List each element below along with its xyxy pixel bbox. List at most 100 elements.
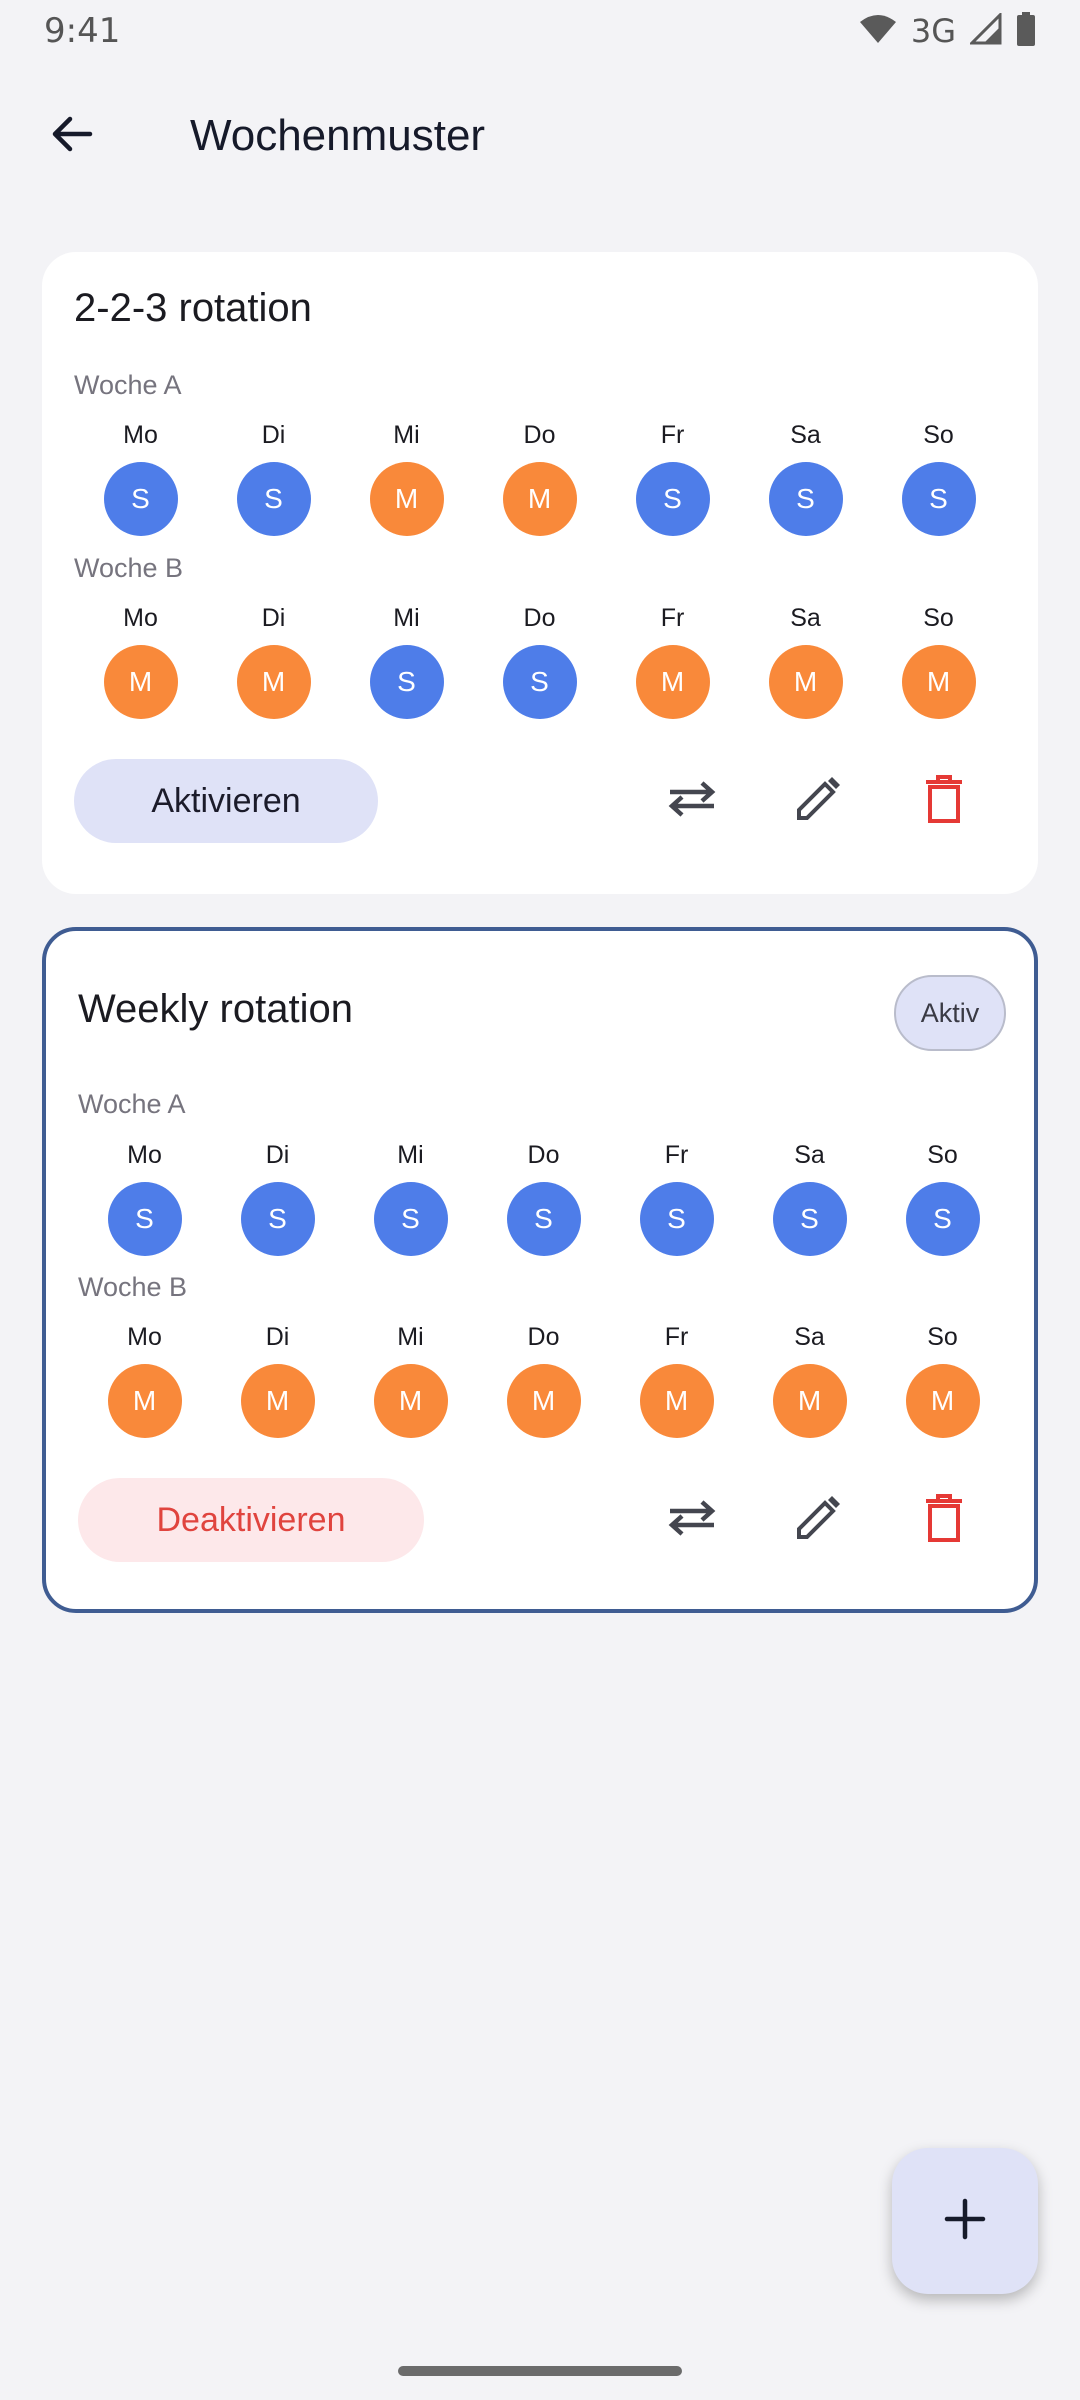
swap-button[interactable] [652,761,732,841]
day-cell: Mi S [344,1138,477,1258]
day-name: Di [261,421,286,449]
edit-icon [794,1494,842,1547]
deactivate-button[interactable]: Deaktivieren [78,1478,424,1562]
shift-badge: S [236,462,311,536]
shift-badge: M [901,645,976,719]
shift-badge: S [639,1182,714,1256]
day-name: Do [527,1141,560,1169]
day-name: Mi [397,1323,424,1351]
swap-icon [666,1498,718,1543]
home-indicator [398,2366,682,2376]
swap-icon [666,779,718,824]
day-name: Mo [123,421,158,449]
week-label: Woche A [78,1089,186,1119]
week-row: Mo S Di S Mi S Do S Fr S Sa S So S [78,1138,1010,1258]
day-name: Fr [660,421,685,449]
day-cell: Fr S [610,1138,743,1258]
edit-button[interactable] [778,761,858,841]
day-name: Sa [790,421,821,449]
back-button[interactable] [36,100,108,172]
shift-badge: S [768,462,843,536]
day-cell: Fr M [610,1320,743,1440]
arrow-back-icon [48,110,96,163]
day-cell: Mo S [78,1138,211,1258]
day-cell: Mi S [340,601,473,721]
day-name: Mo [127,1323,162,1351]
shift-badge: M [369,462,444,536]
shift-badge: S [502,645,577,719]
day-cell: So M [872,601,1005,721]
day-cell: So S [872,418,1005,538]
day-name: So [927,1323,958,1351]
shift-badge: M [768,645,843,719]
cell-signal-icon [968,10,1002,50]
edit-button[interactable] [778,1480,858,1560]
day-cell: Do M [477,1320,610,1440]
day-name: Mo [123,604,158,632]
day-name: Mo [127,1141,162,1169]
day-name: Di [265,1141,290,1169]
week-row: Mo M Di M Mi M Do M Fr M Sa M So M [78,1320,1010,1440]
day-cell: Fr M [606,601,739,721]
day-cell: Sa M [739,601,872,721]
day-cell: Di M [207,601,340,721]
day-name: So [923,604,954,632]
shift-badge: S [905,1182,980,1256]
day-name: Di [261,604,286,632]
day-name: Do [523,421,556,449]
swap-button[interactable] [652,1480,732,1560]
day-name: Mi [393,421,420,449]
shift-badge: M [639,1364,714,1438]
day-name: Mi [397,1141,424,1169]
edit-icon [794,775,842,828]
wifi-icon [859,14,897,49]
pattern-card: 2-2-3 rotation Woche A Mo S Di S Mi M Do M Fr S Sa… [42,252,1038,894]
day-name: Fr [664,1141,689,1169]
status-bar: 9:41 3G [0,0,1080,62]
day-name: Fr [660,604,685,632]
delete-button[interactable] [904,761,984,841]
delete-button[interactable] [904,1480,984,1560]
shift-badge: S [369,645,444,719]
shift-badge: M [373,1364,448,1438]
day-cell: So S [876,1138,1009,1258]
day-cell: Sa S [739,418,872,538]
day-cell: Mo S [74,418,207,538]
day-cell: Fr S [606,418,739,538]
delete-icon [924,1493,964,1547]
day-name: Sa [794,1323,825,1351]
week-label: Woche B [74,553,184,583]
shift-badge: S [635,462,710,536]
shift-badge: M [772,1364,847,1438]
day-name: Sa [790,604,821,632]
day-cell: Mo M [78,1320,211,1440]
shift-badge: S [103,462,178,536]
day-cell: Mi M [344,1320,477,1440]
day-name: Do [523,604,556,632]
status-icons: 3G [859,10,1036,51]
top-app-bar: Wochenmuster [0,90,1080,182]
page-title: Wochenmuster [190,111,486,160]
shift-badge: M [107,1364,182,1438]
shift-badge: S [901,462,976,536]
pattern-card-active: Weekly rotation Aktiv Woche A Mo S Di S Mi S D… [42,927,1038,1613]
day-cell: Mo M [74,601,207,721]
shift-badge: S [373,1182,448,1256]
week-row: Mo M Di M Mi S Do S Fr M Sa M So M [74,601,1006,721]
week-label: Woche A [74,370,182,400]
shift-badge: S [107,1182,182,1256]
shift-badge: M [236,645,311,719]
day-cell: Sa M [743,1320,876,1440]
day-cell: So M [876,1320,1009,1440]
add-icon [943,2197,987,2246]
week-row: Mo S Di S Mi M Do M Fr S Sa S So S [74,418,1006,538]
shift-badge: S [506,1182,581,1256]
status-time: 9:41 [44,11,121,51]
shift-badge: S [240,1182,315,1256]
activate-button[interactable]: Aktivieren [74,759,378,843]
day-name: So [927,1141,958,1169]
shift-badge: M [905,1364,980,1438]
add-pattern-fab[interactable] [892,2148,1038,2294]
shift-badge: M [240,1364,315,1438]
day-cell: Mi M [340,418,473,538]
